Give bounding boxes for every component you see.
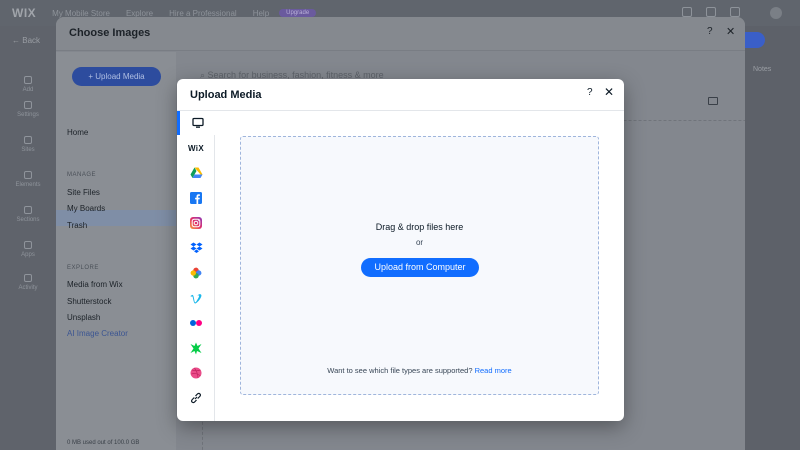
upload-from-computer-button[interactable]: Upload from Computer (361, 258, 479, 277)
upload-source-rail: WiX (177, 111, 215, 421)
editor-left-bar: ← Back Add Settings Sites Elements Secti… (0, 26, 56, 450)
avatar (770, 7, 782, 19)
drop-zone[interactable]: Drag & drop files here or Upload from Co… (240, 136, 599, 395)
dribbble-icon (190, 367, 202, 379)
vimeo-icon (190, 293, 202, 303)
flickr-icon (190, 320, 202, 326)
sidebar-item-trash[interactable]: Trash (67, 221, 87, 230)
source-dribbble[interactable] (177, 361, 215, 385)
source-google-photos[interactable] (177, 261, 215, 285)
new-folder-icon[interactable] (708, 97, 718, 105)
mobile-icon (682, 7, 692, 17)
source-instagram[interactable] (177, 211, 215, 235)
leftbar-item-settings: Settings (0, 101, 56, 118)
source-wix[interactable]: WiX (177, 136, 215, 160)
google-photos-icon (190, 267, 202, 279)
leftbar-label: Add (22, 87, 34, 93)
drop-zone-title: Drag & drop files here (375, 222, 464, 232)
topbar-icons (682, 7, 740, 17)
settings-icon (24, 101, 32, 109)
notification-icon (706, 7, 716, 17)
leftbar-item-elements: Elements (0, 171, 56, 188)
sidebar-item-ai-image-creator[interactable]: AI Image Creator (67, 329, 128, 338)
leftbar-item-activity: Activity (0, 274, 56, 291)
publish-button (745, 32, 765, 48)
choose-images-sidebar: + Upload Media Home MANAGE Site Files My… (56, 52, 176, 450)
leftbar-label: Sites (21, 147, 35, 153)
notes-label: Notes (753, 66, 772, 73)
close-icon[interactable]: ✕ (726, 25, 735, 38)
instagram-icon (190, 217, 202, 229)
back-link: ← Back (12, 36, 41, 45)
read-more-link[interactable]: Read more (475, 366, 512, 375)
link-icon (190, 392, 202, 404)
google-drive-icon (190, 167, 202, 178)
leftbar-item-add: Add (0, 76, 56, 93)
deviantart-icon (190, 342, 202, 354)
source-deviantart[interactable] (177, 336, 215, 360)
file-types-note: Want to see which file types are support… (241, 366, 598, 375)
source-facebook[interactable] (177, 186, 215, 210)
upgrade-badge: Upgrade (279, 9, 317, 17)
storage-usage: 0 MB used out of 100.0 GB (67, 440, 140, 446)
sidebar-item-home[interactable]: Home (67, 128, 88, 137)
add-icon (24, 76, 32, 84)
explore-header: EXPLORE (67, 265, 99, 271)
sidebar-item-unsplash[interactable]: Unsplash (67, 313, 100, 322)
leftbar-label: Settings (17, 112, 39, 118)
sidebar-item-shutterstock[interactable]: Shutterstock (67, 297, 111, 306)
source-my-computer[interactable] (177, 111, 215, 135)
apps-icon (730, 7, 740, 17)
sidebar-item-media-from-wix[interactable]: Media from Wix (67, 280, 123, 289)
dropbox-icon (190, 242, 202, 253)
sections-icon (24, 206, 32, 214)
sites-icon (24, 136, 32, 144)
leftbar-label: Sections (16, 217, 40, 223)
manage-header: MANAGE (67, 172, 97, 178)
monitor-icon (191, 117, 204, 128)
help-icon[interactable]: ? (707, 26, 713, 37)
help-icon[interactable]: ? (587, 87, 593, 98)
leftbar-label: Apps (21, 252, 35, 258)
upload-media-title: Upload Media (190, 89, 262, 101)
source-flickr[interactable] (177, 311, 215, 335)
activity-icon (24, 274, 32, 282)
upload-media-dialog: Upload Media ? ✕ WiX Drag & drop files h… (177, 79, 624, 421)
back-label: Back (22, 36, 41, 45)
sidebar-item-site-files[interactable]: Site Files (67, 188, 100, 197)
source-vimeo[interactable] (177, 286, 215, 310)
source-google-drive[interactable] (177, 161, 215, 185)
choose-images-title: Choose Images (69, 27, 151, 39)
leftbar-label: Elements (15, 182, 41, 188)
sidebar-item-my-boards[interactable]: My Boards (67, 204, 105, 213)
elements-icon (24, 171, 32, 179)
source-link[interactable] (177, 386, 215, 410)
choose-images-header: Choose Images ? ✕ (56, 17, 745, 51)
leftbar-label: Activity (18, 285, 38, 291)
apps-icon (24, 241, 32, 249)
editor-right-strip: Notes (745, 26, 800, 450)
facebook-icon (190, 192, 202, 204)
wix-logo: WIX (12, 6, 37, 20)
drop-zone-or: or (415, 238, 424, 247)
upload-media-button[interactable]: + Upload Media (72, 67, 161, 86)
file-types-text: Want to see which file types are support… (327, 366, 473, 375)
leftbar-item-sections: Sections (0, 206, 56, 223)
wix-icon: WiX (188, 143, 204, 153)
close-icon[interactable]: ✕ (604, 85, 614, 99)
leftbar-item-apps: Apps (0, 241, 56, 258)
leftbar-item-sites: Sites (0, 136, 56, 153)
source-dropbox[interactable] (177, 236, 215, 260)
upload-media-header: Upload Media ? ✕ (177, 79, 624, 111)
